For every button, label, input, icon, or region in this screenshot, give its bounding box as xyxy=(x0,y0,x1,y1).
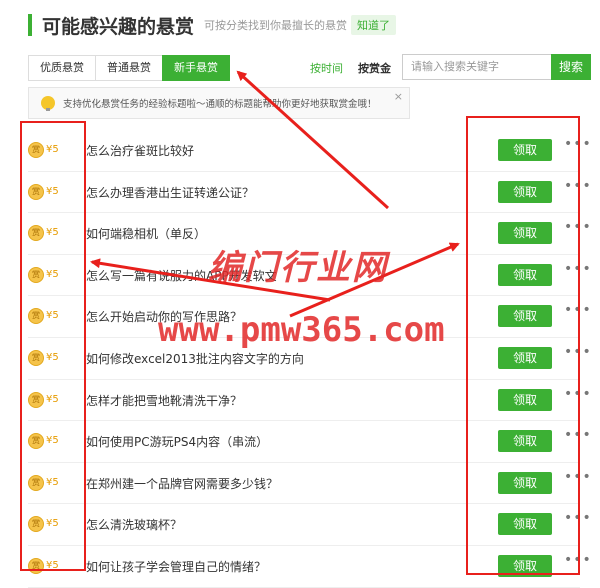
annotation-arrows xyxy=(90,70,460,318)
watermark-title: 编门行业网 xyxy=(208,248,388,288)
watermark-url: www.pmw365.com xyxy=(158,310,445,350)
arrow-to-newbie-tab xyxy=(236,70,390,210)
